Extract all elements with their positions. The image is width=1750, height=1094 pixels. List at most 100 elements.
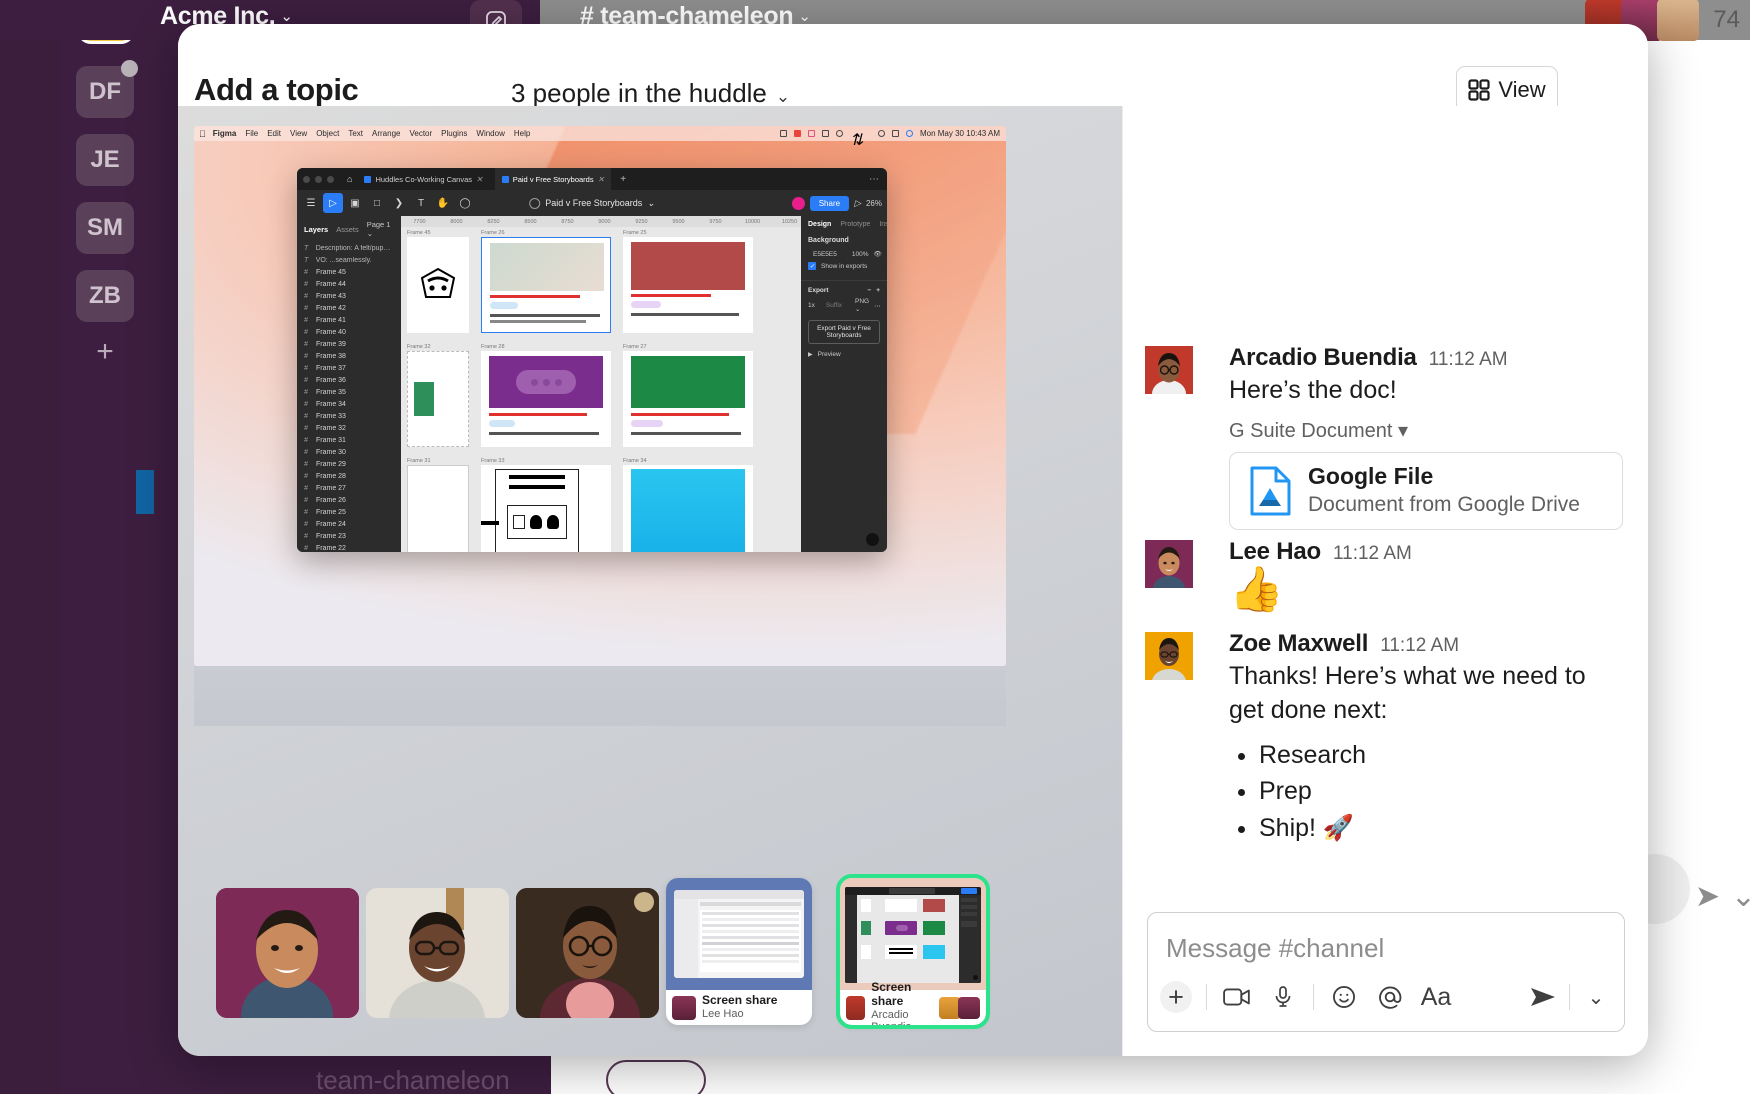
message-input[interactable]: Message #channel xyxy=(1166,933,1384,964)
preview-row[interactable]: ▶ Preview xyxy=(801,349,887,360)
figma-file-name[interactable]: Paid v Free Storyboards ⌄ xyxy=(529,197,655,209)
export-more-icon[interactable]: ⋯ xyxy=(874,302,881,310)
huddle-topic-button[interactable]: Add a topic xyxy=(194,72,359,108)
menu-figma[interactable]: Figma xyxy=(213,129,237,138)
avatar[interactable] xyxy=(1145,540,1193,588)
tab-design[interactable]: Design xyxy=(808,221,831,228)
frame-tool-icon[interactable]: ▣ xyxy=(345,193,365,213)
canvas-frame[interactable] xyxy=(481,351,611,447)
figma-layer-row[interactable]: # Frame 35 xyxy=(297,386,401,398)
minimize-icon[interactable] xyxy=(315,175,322,183)
mention-icon[interactable] xyxy=(1374,981,1406,1013)
message-author[interactable]: Arcadio Buendia xyxy=(1229,344,1417,372)
figma-layer-row[interactable]: # Frame 31 xyxy=(297,434,401,446)
add-export-button[interactable]: + xyxy=(876,287,880,294)
figma-layer-row[interactable]: # Frame 39 xyxy=(297,338,401,350)
send-icon[interactable] xyxy=(1527,981,1559,1013)
tab-layers[interactable]: Layers xyxy=(304,225,328,234)
menu-object[interactable]: Object xyxy=(316,129,339,138)
participant-tile-2[interactable] xyxy=(366,888,509,1018)
show-in-exports-row[interactable]: ✓ Show in exports xyxy=(801,260,887,272)
screenshare-tile-lee-hao[interactable]: Screen share Lee Hao xyxy=(666,878,812,1025)
canvas-frame[interactable] xyxy=(623,465,753,552)
add-workspace-button[interactable]: + xyxy=(76,330,134,374)
figma-layer-row[interactable]: # Frame 29 xyxy=(297,458,401,470)
figma-layer-row[interactable]: # Frame 42 xyxy=(297,302,401,314)
export-scale[interactable]: 1x xyxy=(808,302,815,309)
canvas-frame[interactable] xyxy=(623,351,753,447)
figma-layer-row[interactable]: # Frame 33 xyxy=(297,410,401,422)
sidebar-item-team-chameleon[interactable]: team-chameleon xyxy=(316,1065,510,1094)
figma-canvas[interactable]: 7700 8000 8250 8500 8750 9000 9250 9500 9750 1000… xyxy=(401,216,801,552)
page-selector[interactable]: Page 1 ⌄ xyxy=(367,220,394,238)
microphone-icon[interactable] xyxy=(1267,981,1299,1013)
emoji-icon[interactable] xyxy=(1328,981,1360,1013)
export-format-select[interactable]: PNG ⌄ xyxy=(855,298,869,313)
export-suffix-input[interactable]: Suffix xyxy=(826,302,842,309)
video-camera-icon[interactable] xyxy=(1221,981,1253,1013)
message-composer[interactable]: Message #channel + Aa ⌄ xyxy=(1147,912,1625,1032)
menu-vector[interactable]: Vector xyxy=(409,129,432,138)
shared-screen-view[interactable]:  Figma File Edit View Object Text Arran… xyxy=(194,126,1006,666)
export-button[interactable]: Export Paid v Free Storyboards xyxy=(808,320,880,344)
figma-window[interactable]: ⌂ Huddles Co-Working Canvas ✕ Paid v Fre… xyxy=(297,168,887,552)
rail-item-df[interactable]: DF xyxy=(76,60,138,118)
chevron-down-icon[interactable]: ⌄ xyxy=(1580,981,1612,1013)
huddle-people-dropdown[interactable]: 3 people in the huddle ⌄ xyxy=(511,78,790,109)
menu-icon[interactable]: ☰ xyxy=(301,193,321,213)
figma-home-icon[interactable]: ⌂ xyxy=(347,174,352,184)
figma-layer-row[interactable]: # Frame 22 xyxy=(297,542,401,552)
shape-tool-icon[interactable]: □ xyxy=(367,193,387,213)
message-author[interactable]: Zoe Maxwell xyxy=(1229,630,1368,658)
canvas-frame[interactable] xyxy=(623,237,753,333)
new-tab-button[interactable]: + xyxy=(620,174,626,185)
figma-tab-paid-v-free[interactable]: Paid v Free Storyboards ✕ xyxy=(494,168,612,190)
menu-edit[interactable]: Edit xyxy=(267,129,281,138)
figma-layer-row[interactable]: # Frame 32 xyxy=(297,422,401,434)
hand-tool-icon[interactable]: ✋ xyxy=(433,193,453,213)
canvas-frame[interactable] xyxy=(481,465,611,552)
sidebar-huddle-pill[interactable] xyxy=(606,1060,706,1094)
tab-prototype[interactable]: Prototype xyxy=(840,221,870,228)
visibility-icon[interactable]: 👁 xyxy=(873,250,881,258)
menu-window[interactable]: Window xyxy=(476,129,504,138)
avatar[interactable] xyxy=(1145,346,1193,394)
format-text-icon[interactable]: Aa xyxy=(1420,981,1452,1013)
screenshare-tile-arcadio-buendia[interactable]: Screen share Arcadio Buendia xyxy=(836,874,990,1029)
more-options-icon[interactable]: ⋯ xyxy=(869,174,887,185)
canvas-frame[interactable] xyxy=(407,351,469,447)
attachment-kind[interactable]: G Suite Document ▾ xyxy=(1229,418,1621,443)
menu-text[interactable]: Text xyxy=(348,129,363,138)
canvas-frame[interactable] xyxy=(407,465,469,552)
participant-tile-1[interactable] xyxy=(216,888,359,1018)
participant-tile-3[interactable] xyxy=(516,888,659,1018)
close-icon[interactable] xyxy=(303,175,310,183)
figma-layer-row[interactable]: # Frame 45 xyxy=(297,266,401,278)
figma-layer-row[interactable]: # Frame 24 xyxy=(297,518,401,530)
tab-assets[interactable]: Assets xyxy=(336,225,359,234)
figma-share-button[interactable]: Share xyxy=(809,195,850,211)
figma-layer-row[interactable]: # Frame 40 xyxy=(297,326,401,338)
checkbox-icon[interactable]: ✓ xyxy=(808,262,816,270)
figma-tab-huddles-canvas[interactable]: Huddles Co-Working Canvas ✕ xyxy=(357,168,489,190)
figma-layer-row[interactable]: # Frame 37 xyxy=(297,362,401,374)
close-icon[interactable]: ✕ xyxy=(598,175,605,184)
text-tool-icon[interactable]: T xyxy=(411,193,431,213)
figma-layer-row[interactable]: # Frame 44 xyxy=(297,278,401,290)
figma-layer-row[interactable]: # Frame 43 xyxy=(297,290,401,302)
figma-layer-row[interactable]: # Frame 41 xyxy=(297,314,401,326)
figma-layer-row[interactable]: # Frame 28 xyxy=(297,470,401,482)
rail-item-sm[interactable]: SM xyxy=(76,202,134,254)
figma-layer-row[interactable]: # Frame 36 xyxy=(297,374,401,386)
figma-layer-row[interactable]: # Frame 34 xyxy=(297,398,401,410)
canvas-frame[interactable] xyxy=(407,237,469,333)
figma-zoom-level[interactable]: 26% xyxy=(866,199,882,208)
figma-layer-row[interactable]: # Frame 30 xyxy=(297,446,401,458)
rail-item-zb[interactable]: ZB xyxy=(76,270,134,322)
figma-layer-row[interactable]: # Frame 26 xyxy=(297,494,401,506)
menu-arrange[interactable]: Arrange xyxy=(372,129,400,138)
figma-layer-row[interactable]: # Frame 25 xyxy=(297,506,401,518)
tab-inspect[interactable]: Inspect xyxy=(879,221,887,228)
menu-view[interactable]: View xyxy=(290,129,307,138)
rail-item-je[interactable]: JE xyxy=(76,134,134,186)
